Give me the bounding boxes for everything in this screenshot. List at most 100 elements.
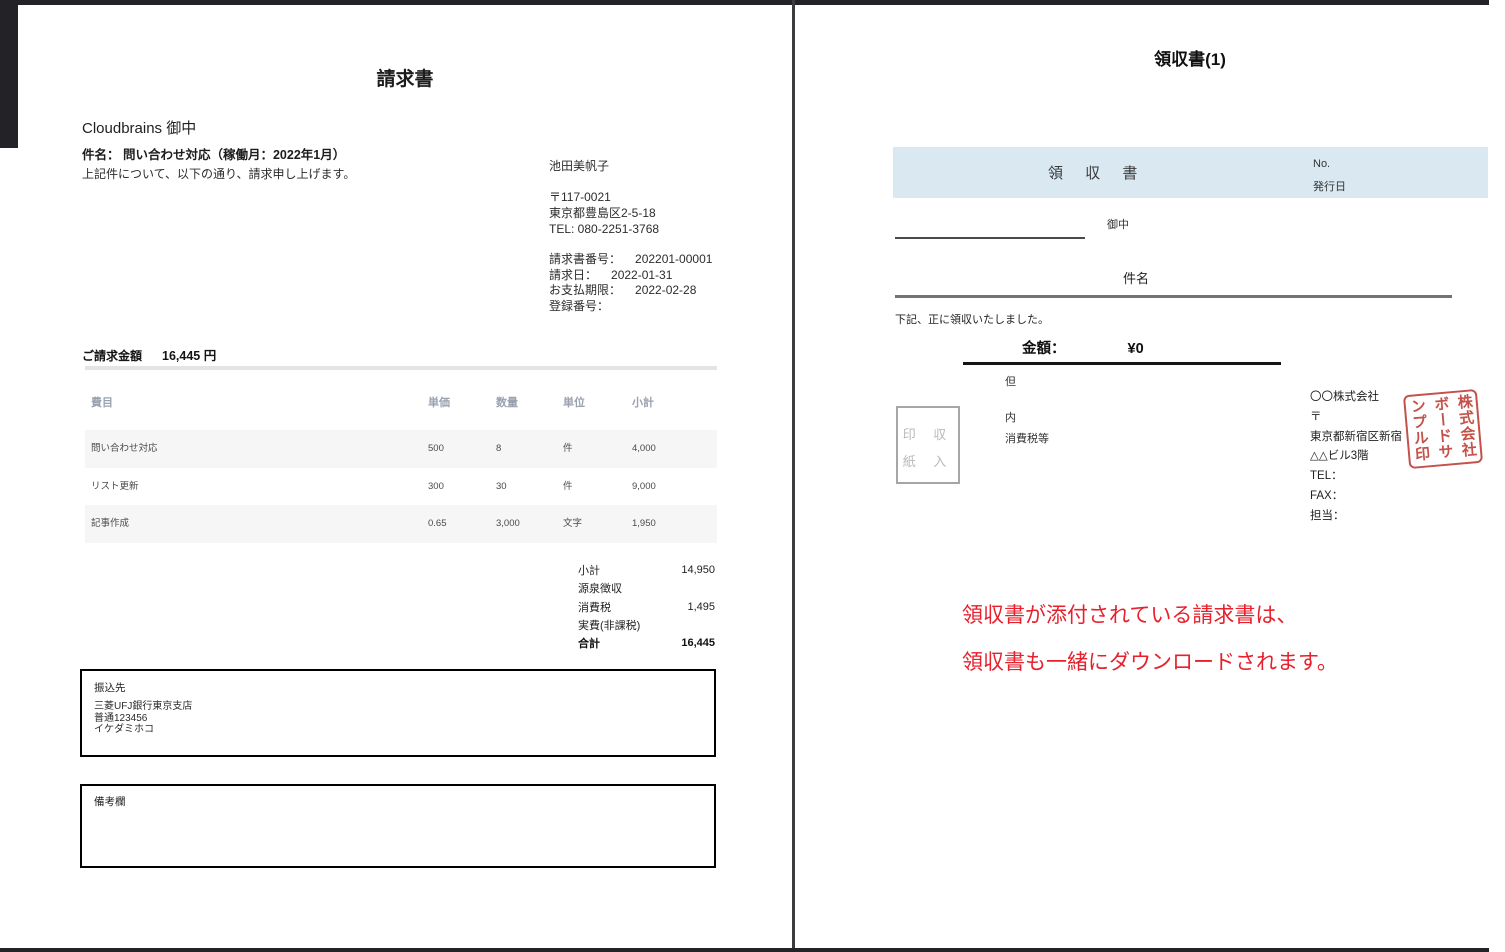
subject-divider-rule [895,295,1452,298]
row-subtotal: 4,000 [632,443,656,454]
notes-box-label: 備考欄 [94,796,126,808]
bank-details: 三菱UFJ銀行東京支店 普通123456 イケダミホコ [94,701,702,736]
page-divider [792,0,795,952]
seal-column-right: 株式会社 [1455,393,1478,459]
col-header-item: 費目 [91,397,113,409]
expenses-label: 実費(非課税) [578,620,641,633]
table-row: 記事作成 0.65 3,000 文字 1,950 [85,505,717,543]
grand-total-line: 合計 16,445 [578,634,715,652]
row-quantity: 3,000 [496,518,520,529]
receipt-amount-line: 金額： ¥0 [1022,337,1144,358]
issuer-name: 池田美帆子 [549,159,610,173]
invoice-number-label: 請求書番号： [549,252,622,266]
addressee-suffix: 御中 [1107,219,1129,231]
bank-account-number: 普通123456 [94,712,148,724]
consumption-tax-line: 消費税 1,495 [578,598,715,616]
invoice-subject: 件名： 問い合わせ対応（稼働月：2022年1月） [82,148,346,162]
subtotal-line: 小計 14,950 [578,561,715,579]
proviso-label: 但 [1005,376,1016,388]
col-header-unit-price: 単価 [428,397,450,409]
receipt-issuer-block: 〇〇株式会社 〒 東京都新宿区新宿 △△ビル3階 TEL： FAX： 担当： [1310,388,1402,527]
invoice-date-label: 請求日： [549,267,598,282]
billed-amount-line: ご請求金額 16,445 円 [82,345,216,364]
bank-account-holder: イケダミホコ [94,724,154,735]
table-row: 問い合わせ対応 500 8 件 4,000 [85,430,717,468]
receipt-statement: 下記、正に領収いたしました。 [895,314,1049,326]
receipt-subject-label: 件名 [1123,271,1150,286]
consumption-tax-value: 1,495 [687,600,715,613]
revenue-stamp-line-1: 印 収 [902,427,954,442]
amount-divider-rule [85,366,717,370]
viewer-left-edge [0,0,18,148]
issuer-address-block: 〒117-0021 東京都豊島区2-5-18 TEL: 080-2251-376… [549,189,659,237]
notes-box: 備考欄 [80,784,716,868]
grand-total-label: 合計 [578,638,600,651]
receipt-amount-value: ¥0 [1127,341,1144,357]
invoice-meta-block: 請求書番号： 202201-00001 請求日： 2022-01-31 お支払期限：… [549,252,712,314]
row-unit-price: 500 [428,443,444,454]
row-item: 問い合わせ対応 [91,443,158,454]
receipt-amount-label: 金額： [1022,341,1066,357]
withholding-line: 源泉徴収 [578,579,715,597]
issuer-postal: 〒117-0021 [549,190,611,204]
company-seal: ンプル印 ボードサ 株式会社 [1402,388,1484,470]
row-unit: 文字 [563,518,583,529]
billed-amount-value: 16,445 円 [162,349,217,363]
receipt-page-title: 領収書(1) [1154,50,1226,69]
consumption-tax-label: 消費税 [578,601,611,614]
revenue-stamp-line-2: 紙 入 [902,454,954,469]
due-date-line: お支払期限： 2022-02-28 [549,283,712,299]
row-subtotal: 1,950 [632,518,656,529]
row-quantity: 30 [496,480,507,492]
registration-number-line: 登録番号： [549,299,712,315]
invoice-number-value: 202201-00001 [635,252,713,266]
receipt-banner-title: 領 収 書 [1048,165,1147,182]
seal-column-left: ンプル印 [1408,397,1431,463]
row-item: リスト更新 [91,480,139,492]
bank-box-label: 振込先 [94,682,126,694]
due-date-label: お支払期限： [549,283,622,298]
breakdown-inner-label: 内 [1005,412,1016,424]
issuer-contact-label: 担当： [1310,509,1345,522]
issuer-company: 〇〇株式会社 [1310,391,1379,403]
receipt-no-label: No. [1313,158,1331,170]
issuer-postal-mark: 〒 [1310,410,1322,423]
viewer-bottom-edge [0,948,1489,952]
receipt-banner: 領 収 書 No. 発行日 [893,147,1488,198]
due-date-value: 2022-02-28 [635,283,697,298]
col-header-unit: 単位 [563,397,585,409]
items-table-body: 問い合わせ対応 500 8 件 4,000 リスト更新 300 30 件 9,0… [85,430,717,543]
invoice-date-value: 2022-01-31 [611,267,673,282]
annotation-note-line-2: 領収書も一緒にダウンロードされます。 [962,651,1338,674]
items-table-header: 費目 単価 数量 単位 小計 [85,394,717,416]
registration-number-label: 登録番号： [549,298,610,313]
row-item: 記事作成 [91,518,130,529]
annotation-note-line-1: 領収書が添付されている請求書は、 [962,604,1298,627]
grand-total-value: 16,445 [681,637,715,650]
document-viewer: 請求書 Cloudbrains 御中 件名： 問い合わせ対応（稼働月：2022年… [0,0,1505,952]
annotation-note: 領収書が添付されている請求書は、 領収書も一緒にダウンロードされます。 [962,592,1338,686]
col-header-quantity: 数量 [496,397,518,409]
totals-block: 小計 14,950 源泉徴収 消費税 1,495 実費(非課税) 合計 16,4… [578,561,715,652]
invoice-recipient: Cloudbrains 御中 [82,120,197,137]
receipt-banner-meta: No. 発行日 [1313,153,1346,199]
table-row: リスト更新 300 30 件 9,000 [85,468,717,506]
revenue-stamp-box: 印 収 紙 入 [896,406,960,484]
invoice-date-line: 請求日： 2022-01-31 [549,268,712,284]
receipt-issue-date-label: 発行日 [1313,181,1346,193]
issuer-fax-label: FAX： [1310,489,1344,502]
col-header-subtotal: 小計 [632,397,654,409]
addressee-underline [895,237,1085,239]
row-unit: 件 [563,480,573,492]
issuer-tel: TEL: 080-2251-3768 [549,222,660,236]
invoice-intro: 上記件について、以下の通り、請求申し上げます。 [82,167,356,181]
invoice-number-line: 請求書番号： 202201-00001 [549,252,712,268]
billed-amount-label: ご請求金額 [82,349,143,363]
invoice-title: 請求書 [376,69,434,90]
row-quantity: 8 [496,443,502,454]
amount-underline-rule [963,362,1281,365]
row-unit-price: 0.65 [428,518,447,529]
row-subtotal: 9,000 [632,480,656,492]
breakdown-tax-label: 消費税等 [1005,433,1049,445]
bank-name: 三菱UFJ銀行東京支店 [94,701,193,712]
